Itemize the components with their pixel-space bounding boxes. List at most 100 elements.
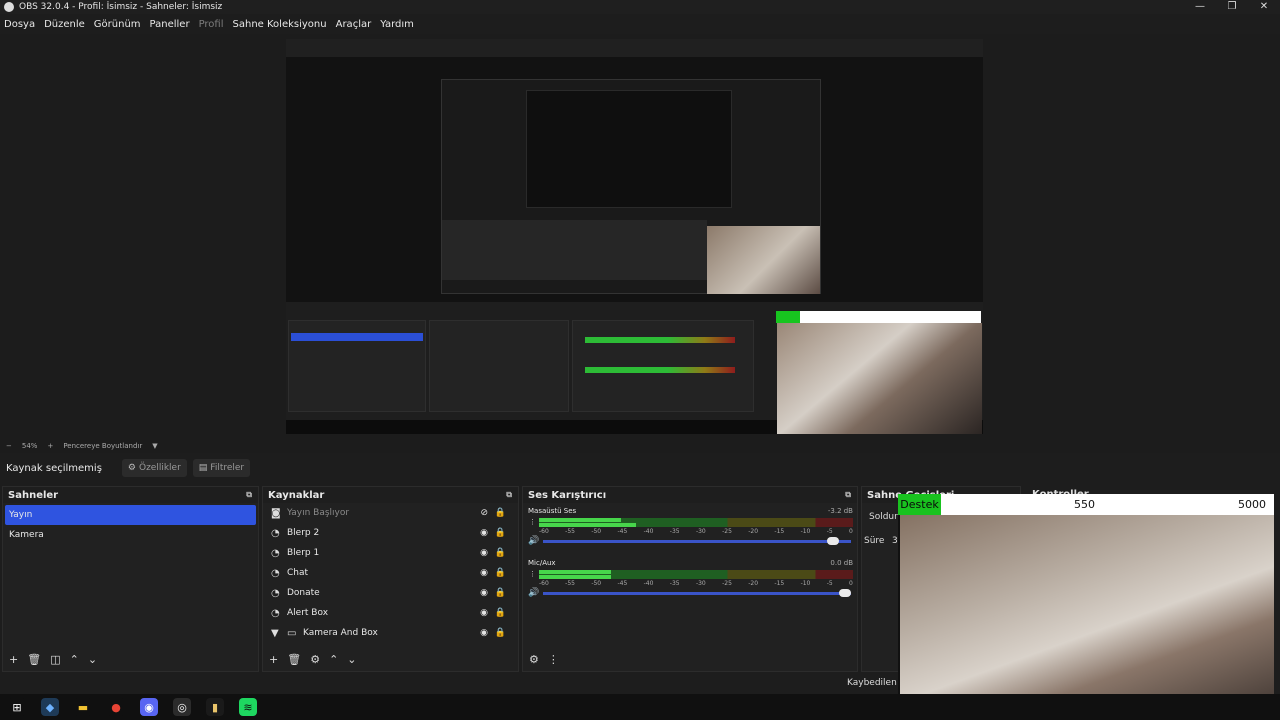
menu-dosya[interactable]: Dosya [4,19,35,30]
app-icon[interactable]: ◆ [41,698,59,716]
add-icon[interactable]: + [9,653,18,666]
transition-select[interactable]: Soldur [869,512,898,522]
menu-araclar[interactable]: Araçlar [336,19,372,30]
move-down-icon[interactable]: ⌄ [88,653,97,666]
source-item[interactable]: ◔ Blerp 1 ◉ 🔒 [263,543,518,563]
folder-icon[interactable]: ▬ [74,698,92,716]
source-item[interactable]: ◙ Yayın Başlıyor ⊘ 🔒 [263,503,518,523]
move-up-icon[interactable]: ⌃ [70,653,79,666]
source-label: Yayın Başlıyor [287,508,350,518]
undock-icon[interactable]: ⧉ [845,490,851,500]
menu-gorunum[interactable]: Görünüm [94,19,141,30]
fit-window-label[interactable]: Pencereye Boyutlandır [63,442,142,450]
more-options-icon[interactable]: ⋮ [548,653,559,666]
zoom-in-button[interactable]: + [47,442,53,450]
add-icon[interactable]: + [269,653,278,666]
properties-button[interactable]: ⚙ Özellikler [121,459,187,477]
eye-icon[interactable]: ◉ [480,528,488,538]
sources-footer: + 🗑 ⚙ ⌃ ⌄ [263,651,518,667]
volume-knob[interactable] [839,589,851,597]
meter-peak-fill [539,523,637,527]
speaker-icon[interactable]: 🔊 [528,588,539,598]
eye-icon[interactable]: ◉ [480,588,488,598]
meter-tick-label: -35 [669,528,680,535]
meter-peak-fill [539,575,612,579]
scene-item-kamera[interactable]: Kamera [3,525,258,545]
lock-icon[interactable]: 🔒 [495,608,506,618]
move-down-icon[interactable]: ⌄ [347,653,356,666]
source-item[interactable]: ◔ Alert Box ◉ 🔒 [263,603,518,623]
advanced-audio-icon[interactable]: ⚙ [529,653,539,666]
menu-profil[interactable]: Profil [199,19,224,30]
more-options-icon[interactable]: ⋮ [529,518,536,526]
lock-icon[interactable]: 🔒 [495,628,506,638]
volume-slider[interactable] [543,537,851,545]
scene-filters-icon[interactable]: ◫ [50,653,60,666]
source-item[interactable]: ◔ Chat ◉ 🔒 [263,563,518,583]
lock-icon[interactable]: 🔒 [495,508,506,518]
menu-sahne-koleksiyonu[interactable]: Sahne Koleksiyonu [233,19,327,30]
menu-paneller[interactable]: Paneller [150,19,190,30]
app2-icon[interactable]: ▮ [206,698,224,716]
more-options-icon[interactable]: ⋮ [529,570,536,578]
nested-inner-capture [441,79,821,294]
lock-icon[interactable]: 🔒 [495,548,506,558]
source-item[interactable]: ◔ Donate ◉ 🔒 [263,583,518,603]
windows-icon[interactable]: ⊞ [8,698,26,716]
browser-source-icon: ◔ [271,547,280,559]
menu-yardim[interactable]: Yardım [380,19,414,30]
lock-icon[interactable]: 🔒 [495,588,506,598]
discord-icon[interactable]: ◉ [140,698,158,716]
trash-icon[interactable]: 🗑 [27,653,41,666]
meter-tick-label: -50 [591,528,602,535]
meter-tick-label: -15 [774,528,785,535]
channel-db: 0.0 dB [830,559,853,567]
source-label: Kamera And Box [303,628,378,638]
meter-tick-label: 0 [849,580,853,587]
gear-icon[interactable]: ⚙ [310,653,320,666]
meter-tick-label: -5 [826,580,833,587]
obs-icon[interactable]: ◎ [173,698,191,716]
eye-icon[interactable]: ◉ [480,628,488,638]
mixer-channel-desktop: Masaüstü Ses -3.2 dB ⋮ -60 -55 -50 -45 -40 -3… [523,503,857,555]
undock-icon[interactable]: ⧉ [246,490,252,500]
volume-meter [539,570,853,579]
chevron-down-icon[interactable]: ▼ [152,442,157,450]
source-group-item[interactable]: ▼ ▭ Kamera And Box ◉ 🔒 [263,623,518,643]
menu-duzenle[interactable]: Düzenle [44,19,85,30]
window-title: OBS 32.0.4 - Profil: İsimsiz - Sahneler:… [19,2,223,12]
eye-icon[interactable]: ◉ [480,548,488,558]
volume-knob[interactable] [826,537,839,545]
browser-source-icon: ◔ [271,587,280,599]
lock-icon[interactable]: 🔒 [495,568,506,578]
speaker-icon[interactable]: 🔊 [528,536,539,546]
scenes-title: Sahneler [8,489,59,501]
mixer-channel-mic: Mic/Aux 0.0 dB ⋮ -60 -55 -50 -45 -40 -35 -30 -2… [523,555,857,607]
zoom-out-button[interactable]: − [6,442,12,450]
eye-slash-icon[interactable]: ⊘ [480,508,488,518]
caret-down-icon[interactable]: ▼ [271,628,283,639]
move-up-icon[interactable]: ⌃ [329,653,338,666]
chrome-icon[interactable]: ● [107,698,125,716]
trash-icon[interactable]: 🗑 [287,653,301,666]
preview-status-row: − 54% + Pencereye Boyutlandır ▼ [0,439,1280,453]
maximize-button[interactable]: ❐ [1216,0,1248,14]
image-source-icon: ◙ [271,507,281,519]
source-item[interactable]: ◔ Blerp 2 ◉ 🔒 [263,523,518,543]
sources-dock: Kaynaklar ⧉ ◙ Yayın Başlıyor ⊘ 🔒 ◔ Blerp… [262,486,519,672]
lock-icon[interactable]: 🔒 [495,528,506,538]
donation-goal: 5000 [1238,498,1266,511]
volume-slider[interactable] [543,589,851,597]
minimize-button[interactable]: — [1184,0,1216,14]
scene-item-yayin[interactable]: Yayın [5,505,256,525]
spotify-icon[interactable]: ≋ [239,698,257,716]
undock-icon[interactable]: ⧉ [506,490,512,500]
filters-button[interactable]: ▤ Filtreler [192,459,251,477]
eye-icon[interactable]: ◉ [480,608,488,618]
close-button[interactable]: ✕ [1248,0,1280,14]
eye-icon[interactable]: ◉ [480,568,488,578]
mixer-header: Ses Karıştırıcı ⧉ [523,487,857,503]
volume-meter [539,518,853,527]
properties-label: Özellikler [138,463,181,473]
meter-tick-label: -10 [800,528,811,535]
